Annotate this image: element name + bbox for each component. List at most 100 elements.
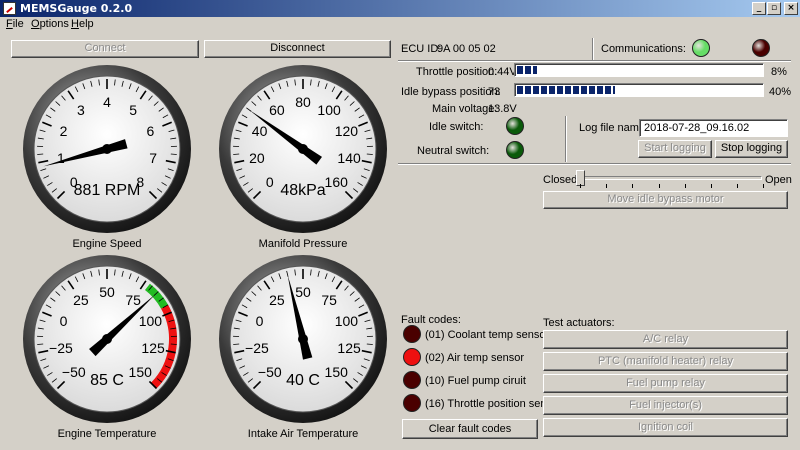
actuator-button[interactable]: Fuel injector(s) xyxy=(543,396,788,415)
slider-closed-label: Closed xyxy=(543,174,578,186)
menu-file[interactable]: File xyxy=(6,18,24,30)
tick-label: −50 xyxy=(258,364,282,380)
tick-label: 2 xyxy=(60,123,68,139)
engine-speed-gauge: 0123 4 5678881 RPM xyxy=(23,65,191,233)
tick-label: −50 xyxy=(62,364,86,380)
idle-bypass-percent: 40% xyxy=(769,86,792,98)
tick-label: 6 xyxy=(147,123,155,139)
communications-led-tx xyxy=(752,39,770,57)
throttle-position-bar-fill xyxy=(517,66,537,74)
fault-indicator-led xyxy=(403,394,421,412)
gauge-readout: 40 C xyxy=(286,372,320,389)
tick-label: 160 xyxy=(325,174,349,190)
menu-options[interactable]: Options xyxy=(31,18,69,30)
needle-hub xyxy=(298,144,308,154)
tick-label: 1 xyxy=(57,150,65,166)
tick-label: 0 xyxy=(60,313,68,329)
throttle-position-value: 0.44V xyxy=(488,66,517,78)
idle-bypass-label: Idle bypass position: xyxy=(401,86,501,98)
slider-tick xyxy=(711,184,712,188)
fault-indicator-led xyxy=(403,348,421,366)
neutral-switch-label: Neutral switch: xyxy=(417,145,490,157)
manifold-pressure-gauge: 020 4060 80 100 120 140 16048kPa xyxy=(219,65,387,233)
actuator-button[interactable]: Fuel pump relay xyxy=(543,374,788,393)
ecu-id-label: ECU ID: xyxy=(401,43,442,55)
communications-label: Communications: xyxy=(601,43,686,55)
engine-temperature-gauge: −50 −25 0 25 50 75 100 125 150 85 C xyxy=(23,255,191,423)
idle-bypass-value: 73 xyxy=(488,86,501,98)
maximize-button[interactable]: ▫ xyxy=(767,2,781,15)
slider-open-label: Open xyxy=(765,174,792,186)
idle-bypass-bar-fill xyxy=(517,86,615,94)
slider-tick xyxy=(763,184,765,188)
intake-air-temperature-caption: Intake Air Temperature xyxy=(247,428,359,440)
throttle-position-bar xyxy=(514,63,764,77)
tick-label: 25 xyxy=(269,292,285,308)
tick-label: 40 xyxy=(252,123,268,139)
slider-tick xyxy=(658,184,660,188)
disconnect-button[interactable]: Disconnect xyxy=(204,40,391,58)
tick-label: 100 xyxy=(335,313,359,329)
menu-bar: File Options Help xyxy=(0,17,800,33)
throttle-position-label: Throttle position: xyxy=(416,66,498,78)
window-title: MEMSGauge 0.2.0 xyxy=(20,2,133,15)
slider-tick xyxy=(606,184,608,188)
clear-fault-codes-button[interactable]: Clear fault codes xyxy=(402,419,538,439)
main-voltage-value: 13.8V xyxy=(488,103,517,115)
engine-speed-caption: Engine Speed xyxy=(72,238,142,250)
ecu-id-value: 9A 00 05 02 xyxy=(437,43,496,55)
tick-label: 100 xyxy=(139,313,163,329)
fault-code-text: (02) Air temp sensor xyxy=(425,352,525,364)
start-logging-button[interactable]: Start logging xyxy=(638,140,712,158)
divider xyxy=(592,38,594,60)
communications-led-rx xyxy=(692,39,710,57)
tick-label: 5 xyxy=(129,102,137,118)
tick-label: 25 xyxy=(73,292,89,308)
menu-help[interactable]: Help xyxy=(71,18,94,30)
connect-button[interactable]: Connect xyxy=(11,40,199,58)
tick-label: 20 xyxy=(249,150,265,166)
close-button[interactable]: × xyxy=(784,2,798,15)
idle-bypass-bar xyxy=(514,83,764,97)
app-window: MEMSGauge 0.2.0 _ ▫ × File Options Help … xyxy=(0,0,800,450)
neutral-switch-led xyxy=(506,141,524,159)
tick-label: 4 xyxy=(103,94,111,110)
gauge-readout: 48kPa xyxy=(280,182,325,199)
tick-label: 150 xyxy=(325,364,349,380)
tick-label: 7 xyxy=(149,150,157,166)
gauge-readout: 881 RPM xyxy=(74,182,141,199)
fault-code-text: (16) Throttle position sensor xyxy=(425,398,562,410)
tick-label: 50 xyxy=(99,284,115,300)
tick-label: 3 xyxy=(77,102,85,118)
slider-tick xyxy=(632,184,634,188)
move-idle-bypass-motor-button[interactable]: Move idle bypass motor xyxy=(543,191,788,209)
tick-label: 150 xyxy=(129,364,153,380)
intake-air-temperature-gauge: −50 −25 0 25 50 75 100 125 150 40 C xyxy=(219,255,387,423)
tick-label: 75 xyxy=(321,292,337,308)
throttle-position-percent: 8% xyxy=(771,66,787,78)
actuator-button[interactable]: A/C relay xyxy=(543,330,788,349)
tick-label: 120 xyxy=(335,123,359,139)
fault-code-text: (01) Coolant temp sensor xyxy=(425,329,550,341)
divider xyxy=(398,163,791,165)
actuator-button[interactable]: Ignition coil xyxy=(543,418,788,437)
tick-label: −25 xyxy=(49,340,73,356)
tick-label: 125 xyxy=(141,340,165,356)
tick-label: −25 xyxy=(245,340,269,356)
tick-label: 60 xyxy=(269,102,285,118)
tick-label: 0 xyxy=(266,174,274,190)
log-file-name-label: Log file name: xyxy=(579,122,649,134)
title-bar[interactable]: MEMSGauge 0.2.0 _ ▫ × xyxy=(0,0,800,17)
gauge-readout: 85 C xyxy=(90,372,124,389)
actuator-button[interactable]: PTC (manifold heater) relay xyxy=(543,352,788,371)
tick-label: 50 xyxy=(295,284,311,300)
log-file-name-input[interactable]: 2018-07-28_09.16.02 xyxy=(639,119,788,137)
stop-logging-button[interactable]: Stop logging xyxy=(715,140,788,158)
tick-label: 80 xyxy=(295,94,311,110)
tick-label: 75 xyxy=(125,292,141,308)
slider-tick xyxy=(580,184,581,188)
idle-bypass-slider-track[interactable] xyxy=(576,176,762,180)
slider-tick xyxy=(684,184,686,188)
needle-hub xyxy=(298,334,308,344)
minimize-button[interactable]: _ xyxy=(752,2,766,15)
